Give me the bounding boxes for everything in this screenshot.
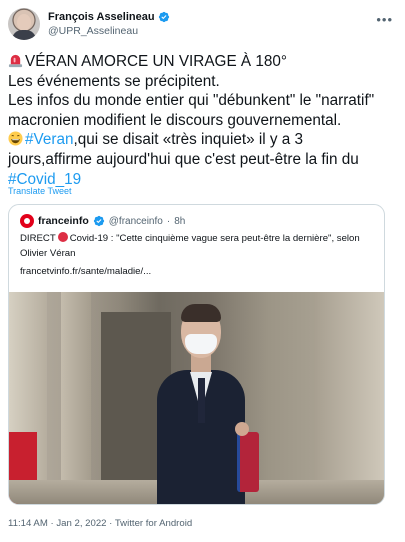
- quoted-text-line-2: Olivier Véran: [20, 247, 76, 259]
- tweet-meta[interactable]: 11:14 AM · Jan 2, 2022 · Twitter for And…: [8, 518, 192, 529]
- quoted-time: 8h: [174, 215, 186, 227]
- verified-badge-icon: [93, 215, 104, 227]
- verified-badge-icon: [158, 11, 169, 23]
- grinning-face-emoji-icon: [8, 131, 23, 146]
- quoted-link[interactable]: francetvinfo.fr/sante/maladie/...: [20, 266, 151, 277]
- tweet-line-2: Les événements se précipitent.: [8, 72, 220, 90]
- quoted-tweet[interactable]: franceinfo @franceinfo · 8h DIRECT Covid-…: [8, 204, 385, 505]
- author-display-name[interactable]: François Asselineau: [48, 11, 155, 23]
- photo-pillar-left-2: [61, 292, 91, 504]
- franceinfo-avatar: [20, 214, 34, 228]
- tweet-header: François Asselineau @UPR_Asselineau •••: [8, 8, 397, 42]
- photo-person-hair: [181, 304, 221, 322]
- author-name-row[interactable]: François Asselineau: [48, 9, 170, 25]
- quoted-tweet-header: franceinfo @franceinfo · 8h: [20, 214, 185, 228]
- tweet-line-5-text: ,qui se disait «très inquiet» il y a 3: [73, 131, 304, 149]
- author-handle[interactable]: @UPR_Asselineau: [48, 25, 138, 37]
- rotating-light-emoji-icon: [8, 54, 23, 68]
- quoted-text-prefix: DIRECT: [20, 233, 56, 244]
- quoted-text-line-1: Covid-19 : "Cette cinquième vague sera p…: [69, 233, 360, 244]
- photo-pillar-right: [314, 292, 384, 504]
- quoted-text: DIRECT Covid-19 : "Cette cinquième vague …: [20, 232, 376, 261]
- tweet-line-1-text: VÉRAN AMORCE UN VIRAGE À 180°: [25, 53, 287, 70]
- tweet-line-4: macronien modifient le discours gouverne…: [8, 111, 342, 129]
- quoted-separator: ·: [166, 215, 171, 227]
- tweet-line-1: VÉRAN AMORCE UN VIRAGE À 180°: [8, 52, 397, 72]
- hashtag-covid19[interactable]: #Covid_19: [8, 171, 81, 188]
- tweet-line-5: #Veran,qui se disait «très inquiet» il y…: [8, 130, 397, 150]
- photo-person-hand: [235, 422, 249, 436]
- red-circle-emoji-icon: [57, 232, 68, 242]
- quoted-author-handle: @franceinfo: [108, 215, 163, 227]
- more-options-icon[interactable]: •••: [376, 12, 393, 27]
- tweet: François Asselineau @UPR_Asselineau ••• …: [0, 0, 405, 542]
- photo-person-mask: [185, 334, 217, 354]
- quoted-photo[interactable]: [9, 292, 384, 504]
- translate-tweet-link[interactable]: Translate Tweet: [8, 186, 72, 196]
- photo-person-tie: [198, 378, 205, 423]
- photo-folder: [237, 432, 259, 492]
- tweet-line-3: Les infos du monde entier qui "débunkent…: [8, 92, 375, 110]
- hashtag-veran[interactable]: #Veran: [25, 131, 73, 148]
- avatar-body: [12, 30, 36, 40]
- tweet-line-6: jours,affirme aujourd'hui que c'est peut…: [8, 150, 359, 168]
- quoted-author-name: franceinfo: [38, 215, 89, 227]
- avatar-face: [17, 14, 31, 31]
- avatar[interactable]: [8, 8, 40, 40]
- tweet-text: VÉRAN AMORCE UN VIRAGE À 180° Les événem…: [8, 52, 397, 189]
